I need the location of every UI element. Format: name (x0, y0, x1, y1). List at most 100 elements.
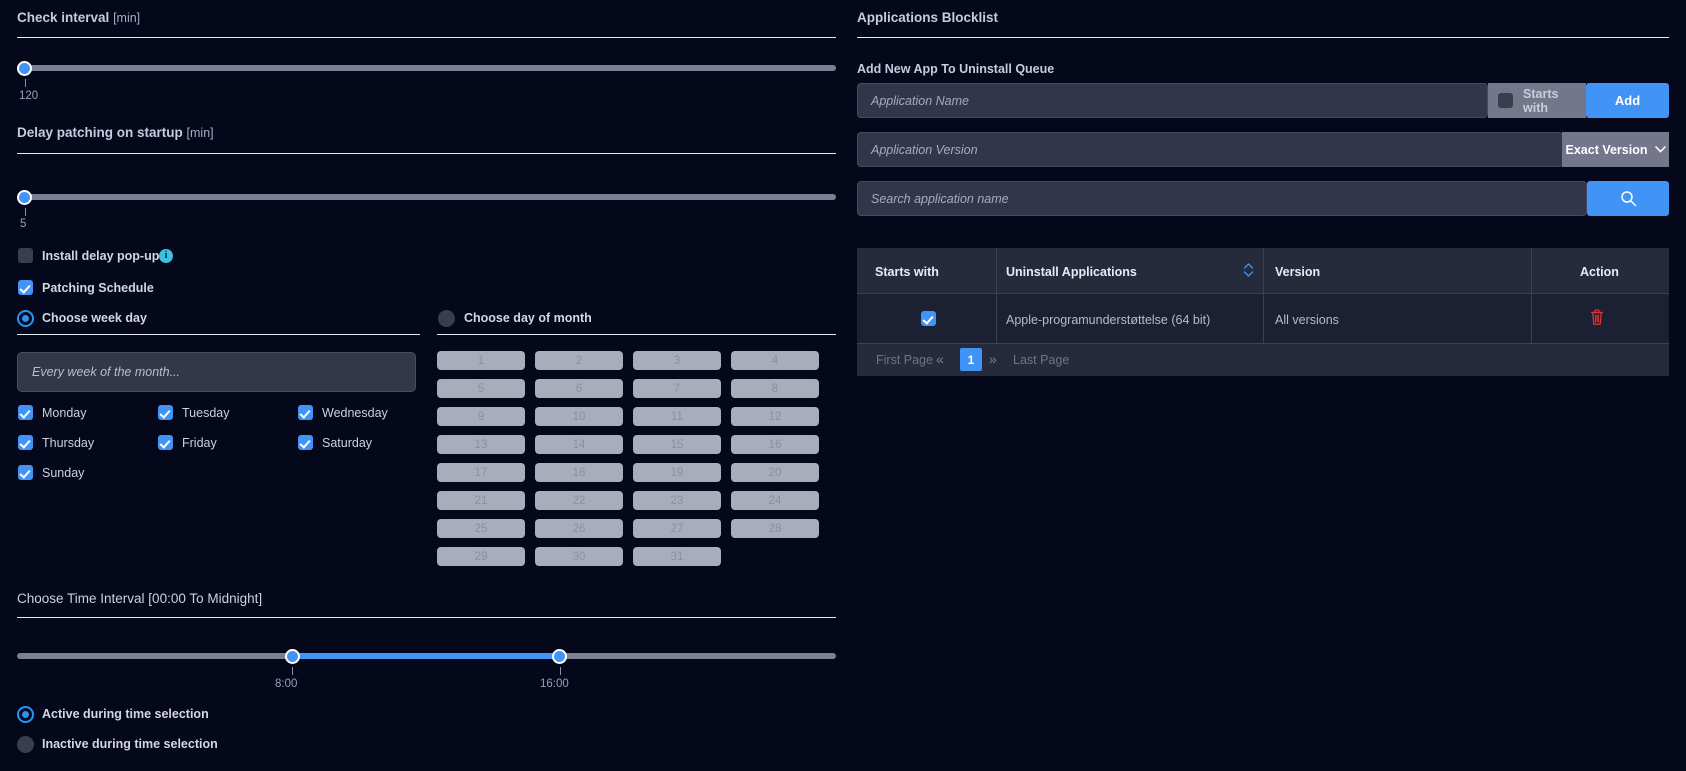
day-of-month-button-13[interactable]: 13 (437, 435, 525, 454)
day-of-month-button-21[interactable]: 21 (437, 491, 525, 510)
day-of-month-button-28[interactable]: 28 (731, 519, 819, 538)
choose-day-of-month-label: Choose day of month (464, 311, 592, 325)
weekday-checkbox-friday[interactable] (158, 435, 173, 450)
day-of-month-button-20[interactable]: 20 (731, 463, 819, 482)
version-mode-label: Exact Version (1565, 142, 1648, 157)
application-version-input[interactable]: Application Version (857, 132, 1563, 167)
day-of-month-button-17[interactable]: 17 (437, 463, 525, 482)
search-placeholder: Search application name (871, 191, 1009, 206)
time-interval-end-label: 16:00 (540, 678, 569, 690)
last-page-button[interactable]: Last Page (1013, 353, 1069, 367)
day-of-month-button-6[interactable]: 6 (535, 379, 623, 398)
check-interval-value: 120 (19, 90, 39, 102)
th-starts-with: Starts with (875, 265, 939, 279)
day-of-month-button-16[interactable]: 16 (731, 435, 819, 454)
day-of-month-button-29[interactable]: 29 (437, 547, 525, 566)
delay-patching-tick (25, 208, 26, 216)
add-button[interactable]: Add (1586, 83, 1669, 118)
day-of-month-button-22[interactable]: 22 (535, 491, 623, 510)
weekday-checkbox-monday[interactable] (18, 405, 33, 420)
prev-page-icon[interactable]: « (936, 351, 944, 367)
day-of-month-button-18[interactable]: 18 (535, 463, 623, 482)
th-version: Version (1275, 265, 1321, 279)
starts-with-checkbox[interactable] (1498, 93, 1513, 108)
info-icon[interactable]: i (159, 249, 173, 263)
search-input[interactable]: Search application name (857, 181, 1587, 216)
weekday-checkbox-wednesday[interactable] (298, 405, 313, 420)
delay-patching-title-text: Delay patching on startup (17, 125, 183, 140)
weekday-label-wednesday: Wednesday (322, 406, 388, 420)
day-of-month-button-12[interactable]: 12 (731, 407, 819, 426)
check-interval-tick (25, 79, 26, 87)
day-of-month-button-25[interactable]: 25 (437, 519, 525, 538)
day-of-month-button-27[interactable]: 27 (633, 519, 721, 538)
sort-icon[interactable] (1243, 262, 1254, 278)
day-of-month-button-23[interactable]: 23 (633, 491, 721, 510)
patching-schedule-checkbox[interactable] (18, 280, 33, 295)
patching-schedule-label: Patching Schedule (42, 281, 154, 295)
day-of-month-button-9[interactable]: 9 (437, 407, 525, 426)
install-delay-popup-checkbox[interactable] (18, 248, 33, 263)
choose-week-day-radio[interactable] (17, 310, 34, 327)
week-of-month-select[interactable]: Every week of the month... (17, 352, 416, 392)
day-of-month-button-26[interactable]: 26 (535, 519, 623, 538)
check-interval-unit: [min] (113, 11, 141, 25)
row-starts-with-checkbox[interactable] (921, 311, 936, 326)
time-interval-title: Choose Time Interval [00:00 To Midnight] (17, 591, 263, 606)
weekday-checkbox-sunday[interactable] (18, 465, 33, 480)
weekday-checkbox-tuesday[interactable] (158, 405, 173, 420)
time-interval-tick-end (560, 667, 561, 675)
first-page-button[interactable]: First Page (876, 353, 933, 367)
time-interval-slider-knob-end[interactable] (552, 649, 567, 664)
check-interval-slider-knob[interactable] (17, 61, 32, 76)
day-of-month-button-5[interactable]: 5 (437, 379, 525, 398)
day-of-month-button-2[interactable]: 2 (535, 351, 623, 370)
day-of-month-button-10[interactable]: 10 (535, 407, 623, 426)
delay-patching-slider-knob[interactable] (17, 190, 32, 205)
row-application-name: Apple-programunderstøttelse (64 bit) (1006, 313, 1211, 327)
time-interval-divider (17, 617, 836, 618)
day-of-month-button-24[interactable]: 24 (731, 491, 819, 510)
time-interval-slider-knob-start[interactable] (285, 649, 300, 664)
version-mode-dropdown[interactable]: Exact Version (1562, 132, 1669, 167)
chevron-down-icon (1654, 146, 1666, 153)
day-of-month-button-4[interactable]: 4 (731, 351, 819, 370)
row-version: All versions (1275, 313, 1339, 327)
weekday-label-monday: Monday (42, 406, 87, 420)
day-of-month-button-8[interactable]: 8 (731, 379, 819, 398)
delay-patching-title: Delay patching on startup [min] (17, 125, 214, 140)
check-interval-slider-track[interactable] (17, 65, 836, 71)
applications-blocklist-title: Applications Blocklist (857, 10, 999, 25)
choose-day-of-month-radio[interactable] (438, 310, 455, 327)
add-app-label: Add New App To Uninstall Queue (857, 62, 1055, 76)
starts-with-toggle[interactable]: Starts with (1488, 83, 1586, 118)
weekday-checkbox-saturday[interactable] (298, 435, 313, 450)
weekday-label-friday: Friday (182, 436, 217, 450)
search-icon (1620, 190, 1637, 207)
day-of-month-button-19[interactable]: 19 (633, 463, 721, 482)
application-name-input[interactable]: Application Name (857, 83, 1488, 118)
page-number-1[interactable]: 1 (960, 348, 982, 371)
inactive-during-time-radio[interactable] (17, 736, 34, 753)
choose-week-day-label: Choose week day (42, 311, 147, 325)
th-action: Action (1580, 265, 1619, 279)
active-during-time-radio[interactable] (17, 706, 34, 723)
next-page-icon[interactable]: » (989, 351, 997, 367)
active-during-time-label: Active during time selection (42, 707, 209, 721)
weekday-checkbox-thursday[interactable] (18, 435, 33, 450)
day-of-month-button-31[interactable]: 31 (633, 547, 721, 566)
delete-icon[interactable] (1590, 309, 1604, 325)
delay-patching-unit: [min] (186, 126, 214, 140)
day-of-month-button-7[interactable]: 7 (633, 379, 721, 398)
applications-blocklist-divider (857, 37, 1669, 38)
delay-patching-slider-track[interactable] (17, 194, 836, 200)
table-divider-3 (1531, 248, 1532, 343)
day-of-month-button-30[interactable]: 30 (535, 547, 623, 566)
choose-week-day-divider (17, 334, 420, 335)
day-of-month-button-3[interactable]: 3 (633, 351, 721, 370)
day-of-month-button-14[interactable]: 14 (535, 435, 623, 454)
day-of-month-button-1[interactable]: 1 (437, 351, 525, 370)
search-button[interactable] (1587, 181, 1669, 216)
day-of-month-button-11[interactable]: 11 (633, 407, 721, 426)
day-of-month-button-15[interactable]: 15 (633, 435, 721, 454)
